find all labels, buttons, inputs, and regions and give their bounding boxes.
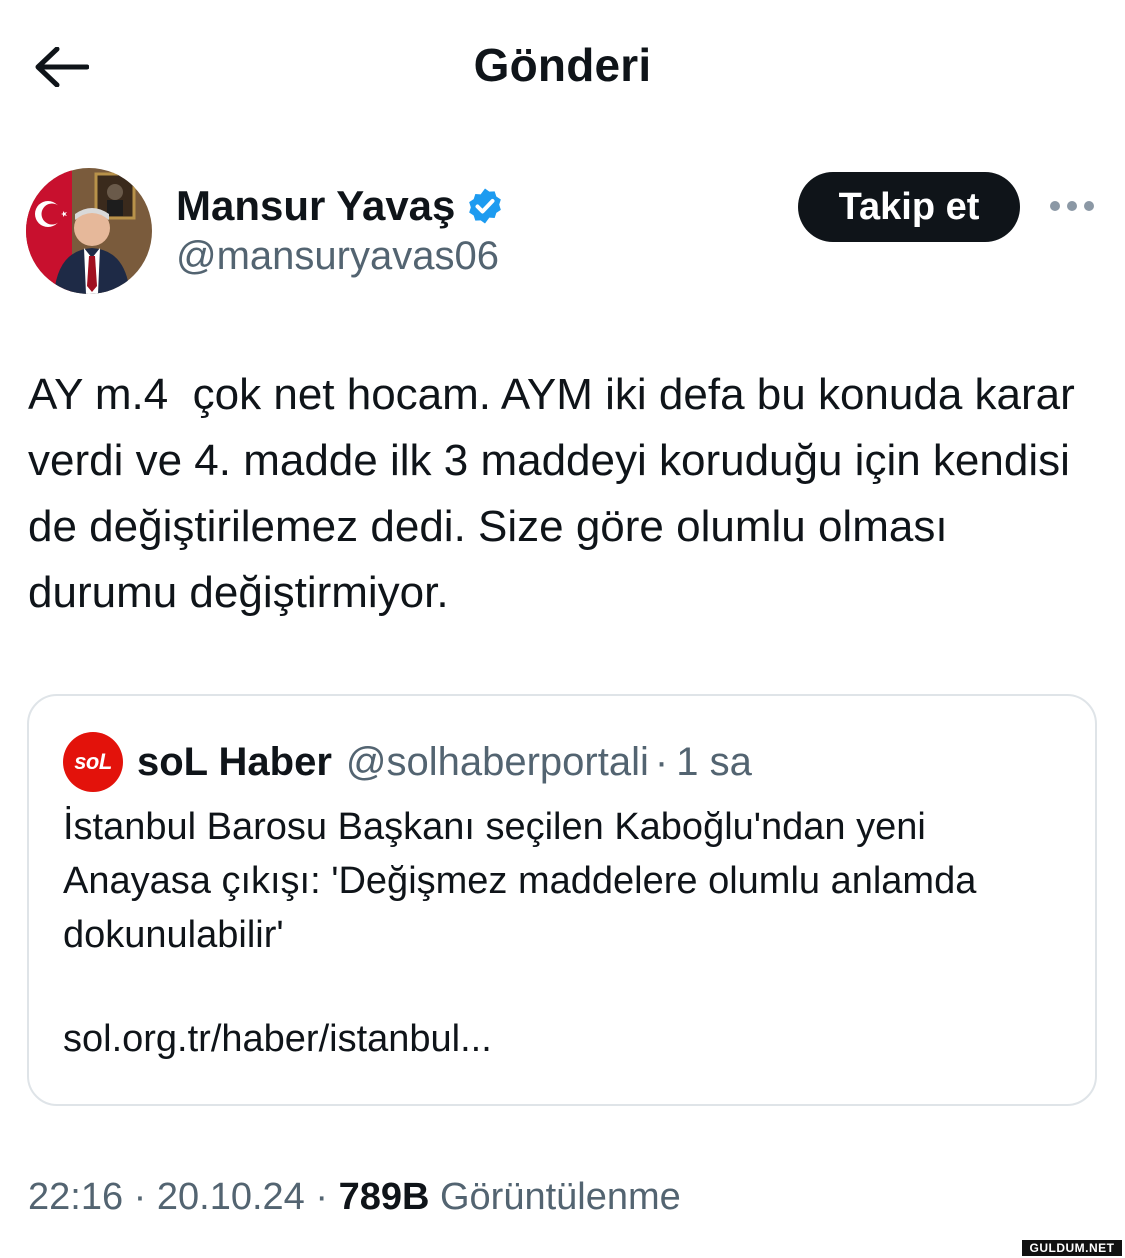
tweet-meta: 22:16 · 20.10.24 · 789B Görüntülenme (28, 1176, 681, 1219)
quote-link[interactable]: sol.org.tr/haber/istanbul... (63, 1018, 492, 1061)
quote-time: 1 sa (676, 739, 752, 784)
avatar[interactable] (26, 168, 152, 294)
separator-dot: · (654, 739, 669, 784)
separator-dot: · (304, 1176, 339, 1218)
author-name[interactable]: Mansur Yavaş (176, 182, 455, 230)
tweet-time: 22:16 (28, 1176, 124, 1218)
verified-badge-icon (469, 188, 502, 224)
view-count-label: Görüntülenme (429, 1176, 681, 1218)
top-bar: Gönderi (0, 0, 1125, 130)
page-title: Gönderi (473, 39, 652, 91)
tweet-date: 20.10.24 (156, 1176, 305, 1218)
more-options-button[interactable] (1044, 188, 1100, 224)
quote-tweet-card[interactable]: soL soL Haber @solhaberportali · 1 sa İs… (27, 694, 1097, 1106)
separator-dot: · (123, 1176, 157, 1218)
follow-button[interactable]: Takip et (798, 172, 1020, 242)
watermark: GULDUM.NET (1022, 1240, 1122, 1256)
quote-text: İstanbul Barosu Başkanı seçilen Kaboğlu'… (63, 806, 977, 956)
more-horizontal-icon (1050, 201, 1094, 211)
tweet-author: Mansur Yavaş @mansuryavas06 Takip et (26, 168, 1101, 298)
quote-author-handle: @solhaberportali (345, 739, 649, 784)
author-handle[interactable]: @mansuryavas06 (176, 234, 499, 279)
quote-author-name: soL Haber (137, 739, 332, 784)
quote-avatar: soL (63, 732, 123, 792)
tweet-text: AY m.4 çok net hocam. AYM iki defa bu ko… (28, 370, 1087, 617)
view-count[interactable]: 789B (339, 1176, 430, 1218)
quote-header: soL soL Haber @solhaberportali · 1 sa (63, 732, 752, 792)
